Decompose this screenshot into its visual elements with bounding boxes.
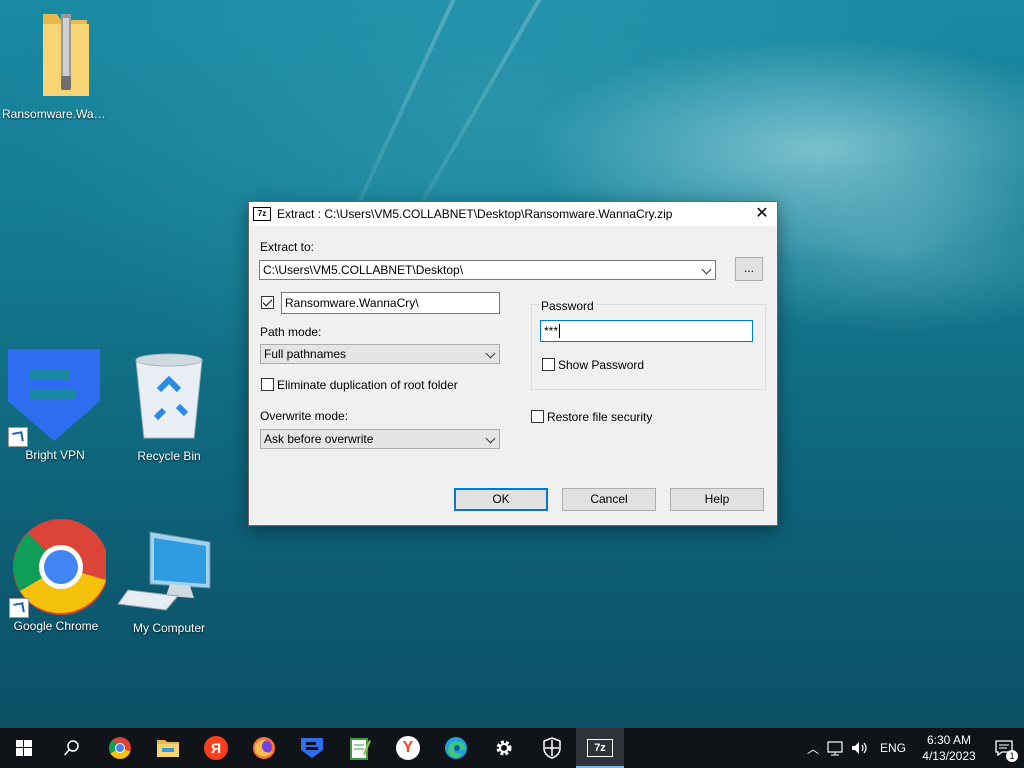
notepad-icon <box>350 738 371 760</box>
folder-name-value: Ransomware.WannaCry\ <box>285 296 419 310</box>
restore-security-label: Restore file security <box>547 410 653 424</box>
cancel-button[interactable]: Cancel <box>562 488 656 511</box>
chevron-down-icon <box>701 264 712 275</box>
overwrite-mode-label: Overwrite mode: <box>260 409 349 423</box>
yandex-icon: Я <box>204 736 228 760</box>
taskbar-chrome[interactable] <box>96 728 144 768</box>
chevron-down-icon <box>485 348 496 359</box>
password-group <box>531 304 766 390</box>
desktop-icon-label: My Computer <box>132 621 206 635</box>
taskbar-security[interactable] <box>528 728 576 768</box>
clock-date: 4/13/2023 <box>922 749 976 763</box>
taskbar-file-explorer[interactable] <box>144 728 192 768</box>
shield-icon <box>543 737 561 759</box>
taskbar-yandex-browser[interactable]: Y <box>384 728 432 768</box>
chevron-up-icon[interactable]: ︿ <box>802 740 824 757</box>
close-button[interactable]: ✕ <box>747 202 777 226</box>
chrome-icon <box>109 737 131 759</box>
7zip-icon: 7z <box>587 739 613 757</box>
extract-to-label: Extract to: <box>260 240 315 254</box>
overwrite-mode-value: Ask before overwrite <box>264 432 374 446</box>
desktop-icon-recycle-bin[interactable]: Recycle Bin <box>114 350 224 463</box>
help-button[interactable]: Help <box>670 488 764 511</box>
close-icon: ✕ <box>755 205 769 222</box>
taskbar-settings[interactable] <box>480 728 528 768</box>
path-mode-label: Path mode: <box>260 325 322 339</box>
taskbar-yandex[interactable]: Я <box>192 728 240 768</box>
desktop-icon-my-computer[interactable]: My Computer <box>114 528 224 635</box>
desktop-icon-label: Recycle Bin <box>137 449 201 463</box>
password-group-label: Password <box>539 299 596 313</box>
show-password-label: Show Password <box>558 358 645 372</box>
notification-badge: 1 <box>1006 750 1018 762</box>
edge-icon <box>445 737 467 759</box>
desktop-icon-zip-file[interactable]: Ransomware.Wann... <box>2 10 112 121</box>
overwrite-mode-select[interactable]: Ask before overwrite <box>260 429 500 449</box>
desktop-icon-label: Ransomware.Wann... <box>2 107 112 121</box>
taskbar-7zip[interactable]: 7z <box>576 728 624 768</box>
taskbar: Я Y 7z ︿ ENG 6:30 AM 4/13/2023 1 <box>0 728 1024 768</box>
taskbar-firefox[interactable] <box>240 728 288 768</box>
extract-dialog: 7z Extract : C:\Users\VM5.COLLABNET\Desk… <box>248 201 778 526</box>
dialog-titlebar[interactable]: 7z Extract : C:\Users\VM5.COLLABNET\Desk… <box>249 202 777 226</box>
taskbar-notepad-app[interactable] <box>336 728 384 768</box>
firefox-icon <box>253 737 275 759</box>
ok-button[interactable]: OK <box>454 488 548 511</box>
network-icon[interactable] <box>826 740 846 756</box>
bright-vpn-icon <box>301 738 323 758</box>
browse-button[interactable]: ... <box>735 257 763 281</box>
clock[interactable]: 6:30 AM 4/13/2023 <box>914 732 984 764</box>
file-explorer-icon <box>157 740 179 757</box>
desktop-icon-bright-vpn[interactable]: Bright VPN <box>0 345 110 462</box>
desktop-icon-label: Bright VPN <box>25 448 85 462</box>
clock-time: 6:30 AM <box>926 733 972 747</box>
computer-icon <box>117 531 211 611</box>
system-tray: ︿ ENG 6:30 AM 4/13/2023 1 <box>802 728 1024 768</box>
7zip-logo-icon: 7z <box>253 207 271 221</box>
folder-name-input[interactable]: Ransomware.WannaCry\ <box>281 292 500 314</box>
search-button[interactable] <box>48 728 96 768</box>
desktop-icon-google-chrome[interactable]: Google Chrome <box>1 518 111 633</box>
restore-security-checkbox[interactable] <box>531 410 544 423</box>
path-mode-value: Full pathnames <box>264 347 347 361</box>
notification-center-button[interactable]: 1 <box>984 728 1024 768</box>
yandex-browser-icon: Y <box>396 736 420 760</box>
extract-to-combobox[interactable]: C:\Users\VM5.COLLABNET\Desktop\ <box>259 260 716 280</box>
gear-icon <box>496 740 512 756</box>
desktop-icon-label: Google Chrome <box>13 619 99 633</box>
volume-icon[interactable] <box>850 740 870 756</box>
show-password-checkbox[interactable] <box>542 358 555 371</box>
eliminate-duplication-label: Eliminate duplication of root folder <box>277 378 458 392</box>
language-indicator[interactable]: ENG <box>880 741 906 755</box>
shortcut-arrow-icon <box>8 427 28 447</box>
password-value: *** <box>544 324 559 338</box>
windows-logo-icon <box>16 740 32 756</box>
extract-to-value: C:\Users\VM5.COLLABNET\Desktop\ <box>263 263 464 277</box>
start-button[interactable] <box>0 728 48 768</box>
taskbar-edge[interactable] <box>432 728 480 768</box>
taskbar-bright-vpn[interactable] <box>288 728 336 768</box>
zip-folder-icon <box>43 14 89 96</box>
password-input[interactable]: *** <box>540 320 753 342</box>
dialog-title: Extract : C:\Users\VM5.COLLABNET\Desktop… <box>277 207 673 221</box>
shortcut-arrow-icon <box>9 598 29 618</box>
text-cursor <box>559 324 561 338</box>
recycle-bin-icon <box>135 353 203 439</box>
search-icon <box>63 740 79 756</box>
eliminate-duplication-checkbox[interactable] <box>261 378 274 391</box>
chevron-down-icon <box>485 433 496 444</box>
path-mode-select[interactable]: Full pathnames <box>260 344 500 364</box>
folder-name-checkbox[interactable] <box>261 296 274 309</box>
